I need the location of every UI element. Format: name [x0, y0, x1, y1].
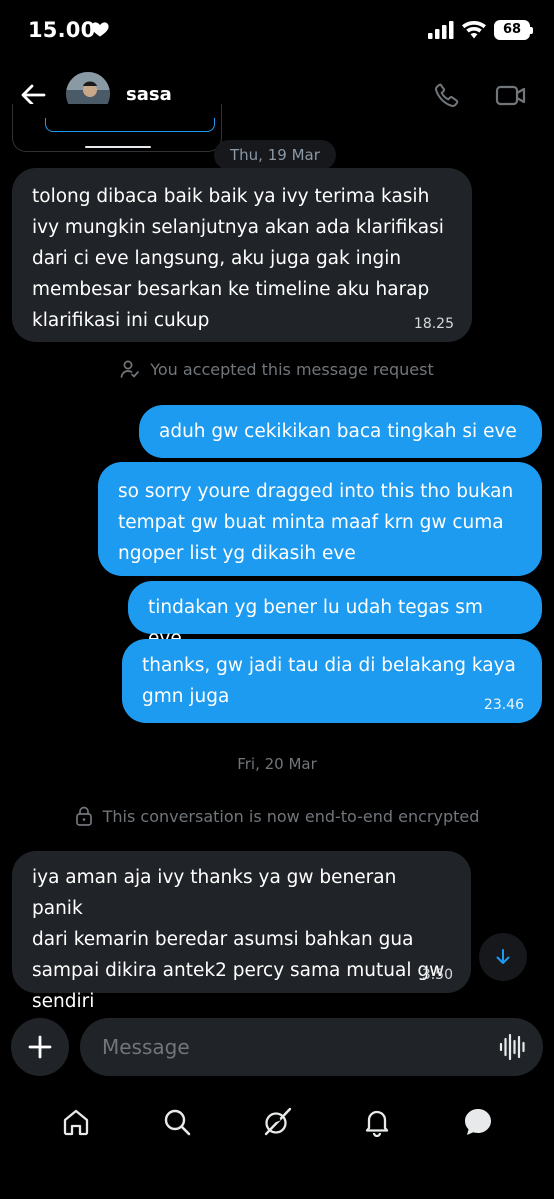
- dm-screen: 15.00 68 sasa Thu, 19 Mar tolong dibaca …: [0, 0, 554, 1199]
- nav-notifications[interactable]: [349, 1094, 405, 1150]
- add-attachment-button[interactable]: [11, 1018, 69, 1076]
- nav-home[interactable]: [48, 1094, 104, 1150]
- message-text: thanks, gw jadi tau dia di belakang kaya…: [142, 655, 516, 707]
- notifications-icon: [366, 1110, 389, 1137]
- status-indicators: 68: [428, 20, 533, 40]
- phone-icon[interactable]: [432, 80, 462, 110]
- outgoing-message-bubble[interactable]: aduh gw cekikikan baca tingkah si eve: [139, 405, 542, 458]
- incoming-message-bubble[interactable]: tolong dibaca baik baik ya ivy terima ka…: [12, 168, 472, 342]
- battery-level: 68: [502, 22, 522, 37]
- message-text: aduh gw cekikikan baca tingkah si eve: [159, 421, 517, 442]
- battery-icon: 68: [494, 20, 533, 40]
- user-check-icon: [120, 360, 140, 378]
- message-text: so sorry youre dragged into this tho buk…: [118, 481, 514, 564]
- home-indicator: [203, 1183, 351, 1188]
- plus-icon: [28, 1035, 52, 1059]
- arrow-down-icon: [496, 949, 510, 964]
- status-bar: 15.00 68: [0, 0, 554, 66]
- cellular-signal-icon: [428, 21, 454, 39]
- contact-name[interactable]: sasa: [126, 84, 172, 105]
- lock-icon: [75, 806, 92, 826]
- bottom-navigation: [0, 1092, 554, 1152]
- message-timestamp: 3.50: [421, 967, 453, 983]
- home-icon: [64, 1109, 89, 1136]
- shared-post-card[interactable]: [12, 104, 222, 152]
- shared-card-preview: [45, 118, 215, 132]
- outgoing-message-bubble[interactable]: thanks, gw jadi tau dia di belakang kaya…: [122, 639, 542, 723]
- date-separator: Fri, 20 Mar: [237, 755, 317, 773]
- message-text: tolong dibaca baik baik ya ivy terima ka…: [32, 186, 444, 331]
- message-request-notice: You accepted this message request: [0, 358, 554, 380]
- date-separator: Thu, 19 Mar: [214, 140, 336, 170]
- wifi-icon: [462, 21, 486, 39]
- message-timestamp: 18.25: [413, 316, 454, 332]
- search-icon: [164, 1109, 190, 1136]
- incoming-message-bubble[interactable]: iya aman aja ivy thanks ya gw beneran pa…: [12, 851, 471, 1012]
- voice-message-icon[interactable]: [499, 1033, 527, 1061]
- heart-icon: [91, 22, 109, 37]
- message-text: iya aman aja ivy thanks ya gw beneran pa…: [32, 867, 445, 1012]
- outgoing-message-bubble[interactable]: so sorry youre dragged into this tho buk…: [98, 462, 542, 576]
- shared-card-home-bar: [85, 146, 151, 148]
- messages-icon: [464, 1109, 491, 1135]
- notice-text: You accepted this message request: [150, 359, 434, 379]
- nav-search[interactable]: [149, 1094, 205, 1150]
- nav-messages[interactable]: [450, 1094, 506, 1150]
- message-input[interactable]: [102, 1018, 482, 1076]
- outgoing-message-bubble[interactable]: tindakan yg bener lu udah tegas sm eve: [128, 581, 542, 649]
- scroll-to-bottom-button[interactable]: [479, 933, 527, 981]
- notice-text: This conversation is now end-to-end encr…: [102, 806, 480, 826]
- message-composer: [80, 1018, 543, 1076]
- video-camera-icon[interactable]: [494, 80, 528, 110]
- grok-icon: [264, 1107, 292, 1136]
- encryption-notice: This conversation is now end-to-end encr…: [0, 805, 554, 827]
- status-time: 15.00: [28, 18, 96, 42]
- nav-grok[interactable]: [249, 1094, 305, 1150]
- message-timestamp: 23.46: [483, 697, 524, 713]
